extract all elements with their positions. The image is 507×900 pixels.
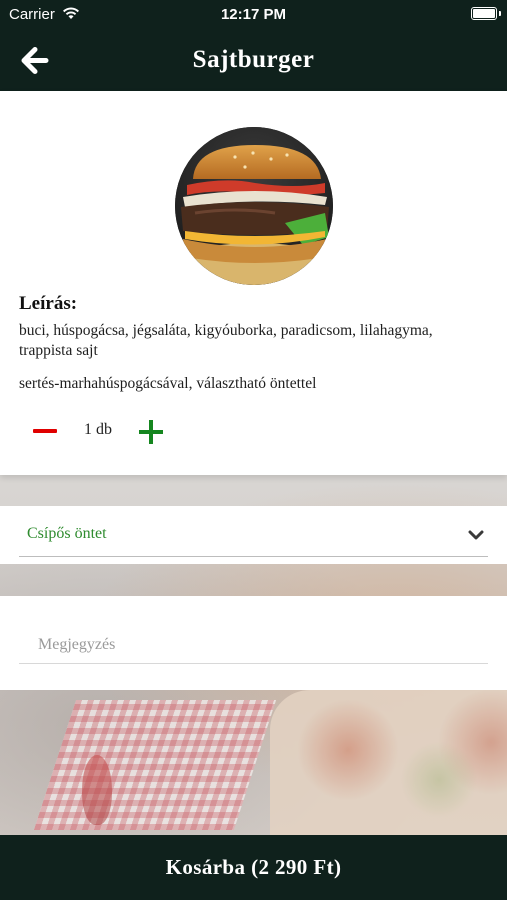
decrease-quantity-button[interactable] xyxy=(30,419,60,443)
battery-icon xyxy=(471,7,497,20)
battery-tip xyxy=(499,11,501,16)
sauce-select[interactable]: Csípős öntet xyxy=(19,516,488,557)
description-text: buci, húspogácsa, jégsaláta, kigyóuborka… xyxy=(19,322,433,359)
description-extra: sertés-marhahúspogácsával, választható ö… xyxy=(19,375,317,392)
status-bar: Carrier 12:17 PM xyxy=(0,0,507,30)
note-card xyxy=(0,596,507,690)
burger-photo xyxy=(175,127,333,285)
navigation-bar: Sajtburger xyxy=(0,30,507,91)
background-cloth xyxy=(33,700,277,830)
quantity-label: 1 db xyxy=(84,421,112,438)
description-heading: Leírás: xyxy=(19,293,78,314)
background-pizza xyxy=(270,690,507,840)
burger-illustration xyxy=(175,127,333,285)
page-title: Sajtburger xyxy=(192,46,315,73)
increase-quantity-button[interactable] xyxy=(137,418,165,446)
sauce-select-value: Csípős öntet xyxy=(27,525,107,542)
status-time: 12:17 PM xyxy=(220,6,287,23)
background-pepper xyxy=(82,755,112,825)
note-input[interactable] xyxy=(19,626,488,664)
product-card: Leírás: buci, húspogácsa, jégsaláta, kig… xyxy=(0,91,507,475)
sauce-select-card: Csípős öntet xyxy=(0,506,507,564)
add-to-cart-button[interactable]: Kosárba (2 290 Ft) xyxy=(0,835,507,900)
chevron-down-icon xyxy=(468,530,484,540)
